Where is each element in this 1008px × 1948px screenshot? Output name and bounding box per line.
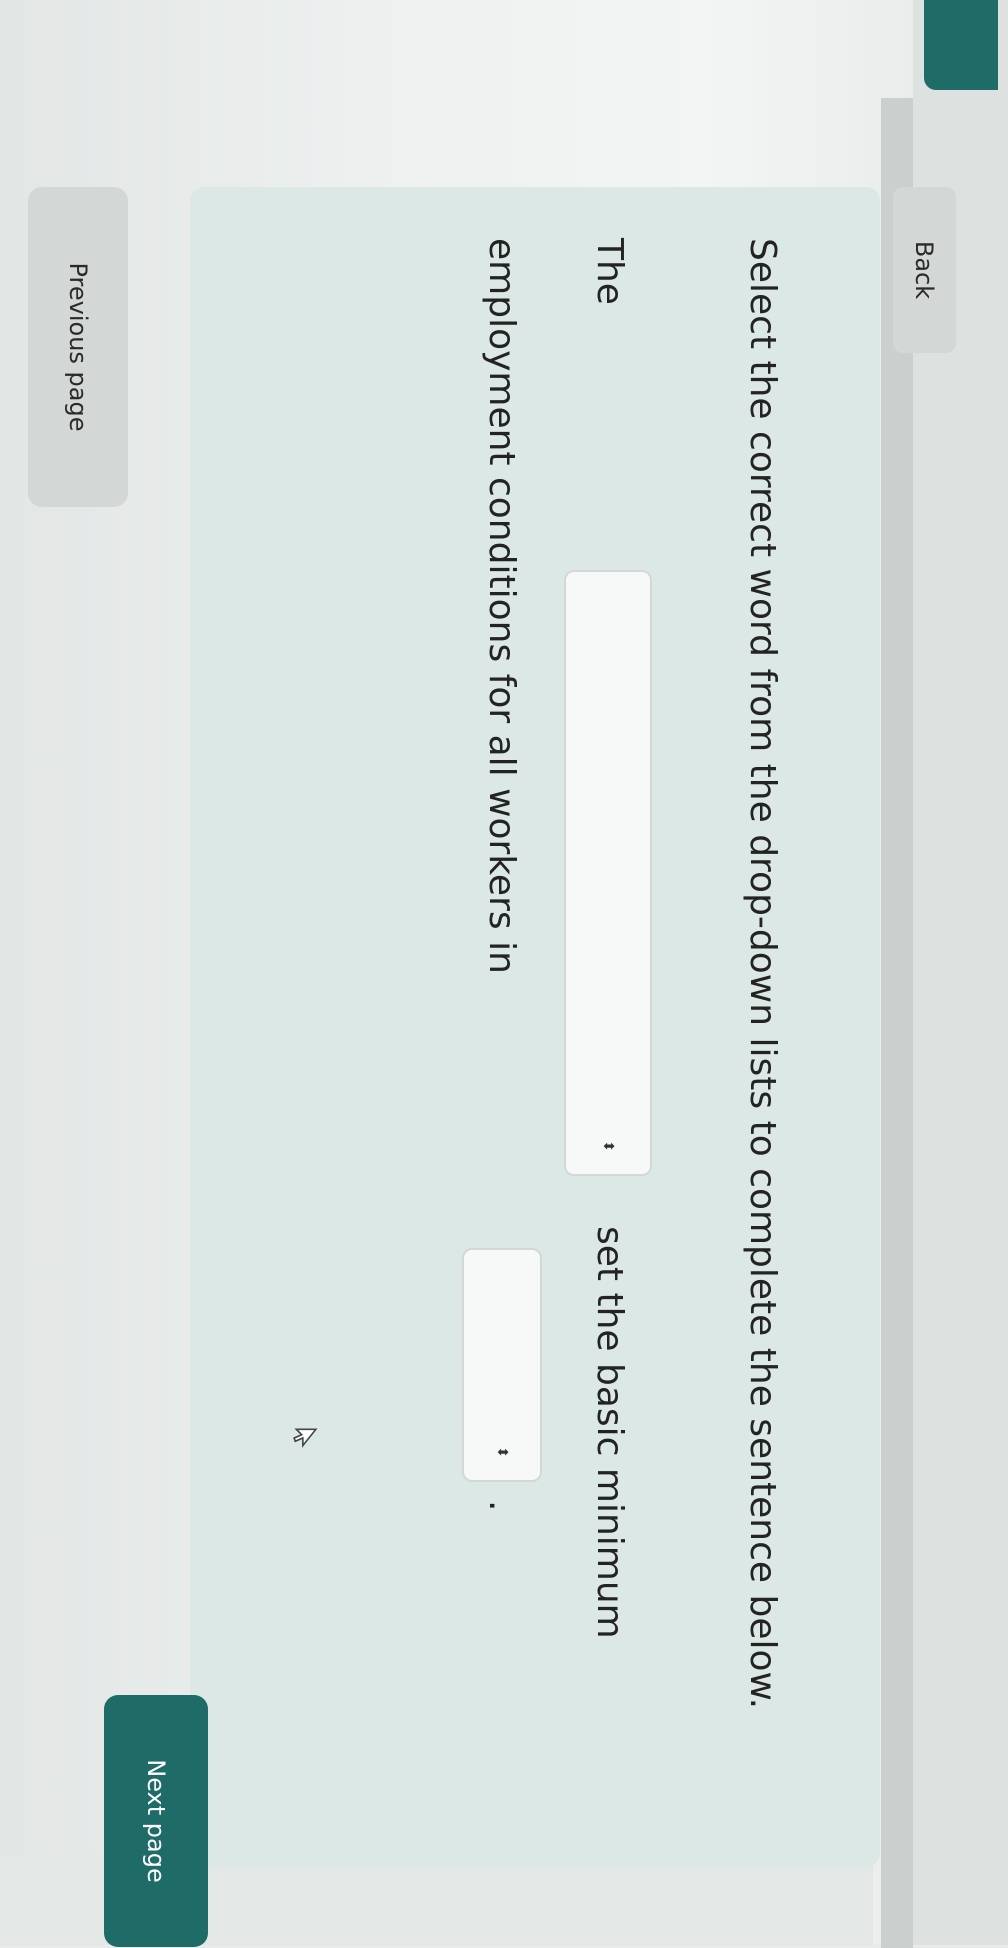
sentence-part-2: set the basic minimum xyxy=(589,1226,630,1639)
sentence-part-4: . xyxy=(481,1500,522,1512)
screen-surface: Back Select the correct word from the dr… xyxy=(0,0,1008,1948)
dropdown-1[interactable]: ⬍ xyxy=(564,570,652,1176)
dropdown-2[interactable]: ⬍ xyxy=(462,1248,542,1482)
sentence-part-3: employment conditions for all workers in xyxy=(481,238,522,974)
mouse-pointer-icon xyxy=(293,1428,318,1448)
question-prompt: Select the correct word from the drop-do… xyxy=(742,238,783,1710)
page: Back Select the correct word from the dr… xyxy=(0,0,1008,1948)
sentence-part-1: The xyxy=(589,238,630,305)
back-button[interactable]: Back xyxy=(893,187,956,353)
top-accent-button[interactable] xyxy=(924,0,998,90)
header-bar xyxy=(881,98,913,1948)
chevron-up-down-icon: ⬍ xyxy=(600,1140,616,1152)
next-page-button[interactable]: Next page xyxy=(104,1695,208,1947)
chevron-up-down-icon: ⬍ xyxy=(494,1446,510,1458)
previous-page-button[interactable]: Previous page xyxy=(28,187,128,507)
